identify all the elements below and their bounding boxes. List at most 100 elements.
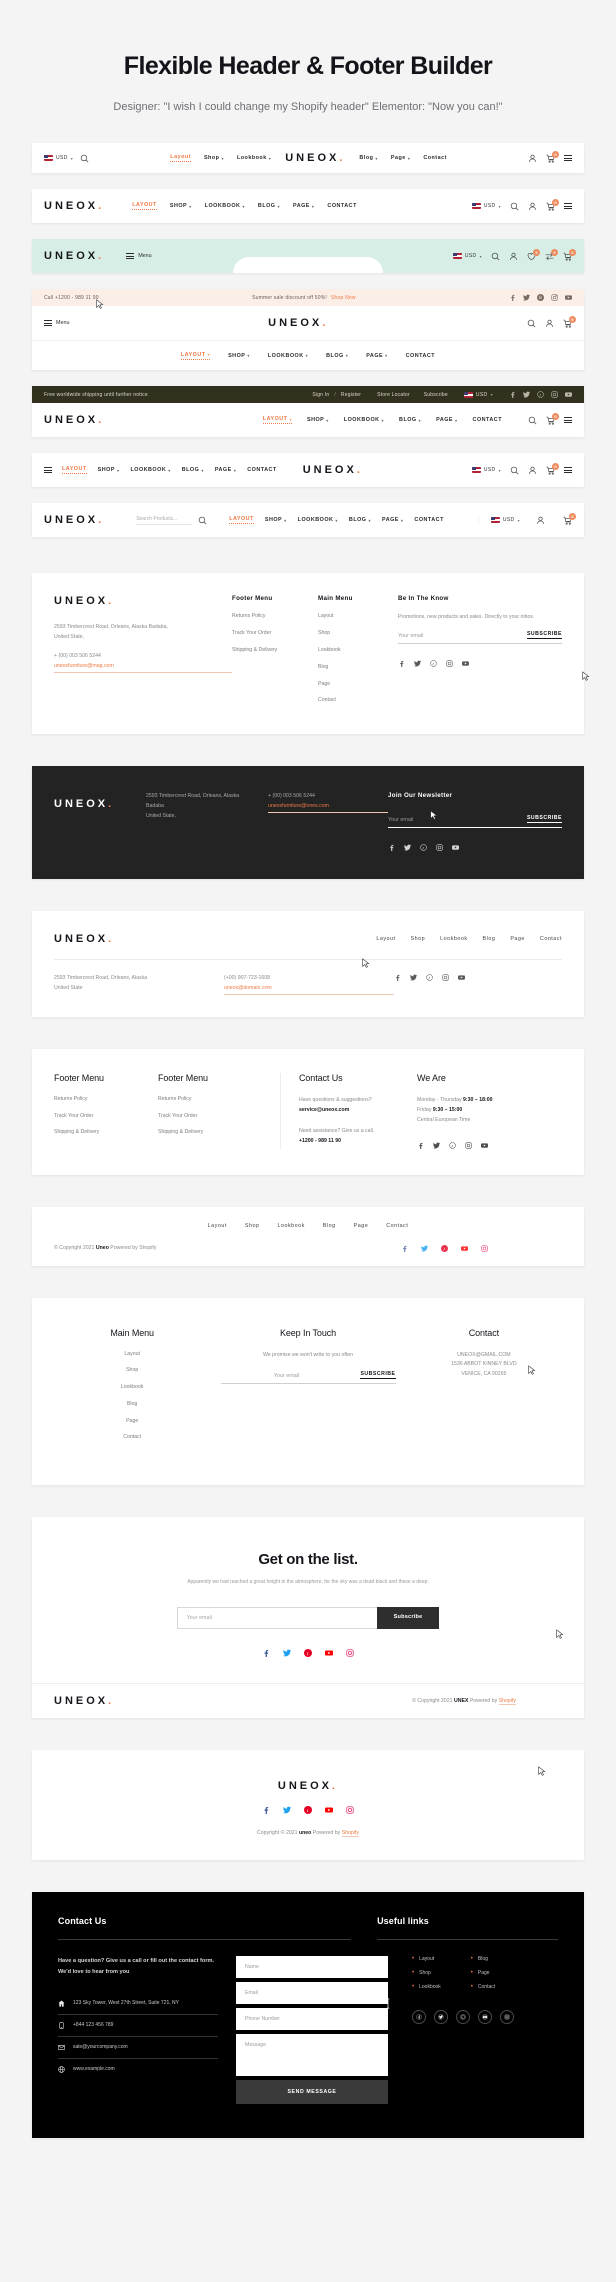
nav-blog[interactable]: BLOG ▾ [182,467,204,473]
compare-icon[interactable]: 0 [545,248,558,261]
brand-logo[interactable]: UNEOX. [303,464,363,476]
pinterest-icon[interactable] [430,660,437,667]
youtube-icon[interactable] [565,391,572,398]
cart-icon[interactable]: 0 [546,412,559,425]
menu-button[interactable]: Menu [126,253,152,260]
brand-logo[interactable]: UNEOX. [268,317,328,329]
user-icon[interactable] [509,252,518,261]
subscribe-button[interactable]: SUBSCRIBE [360,1371,396,1380]
twitter-icon[interactable] [404,844,411,851]
pinterest-icon[interactable] [304,1806,312,1815]
nav-page[interactable]: PAGE ▾ [366,353,387,359]
nav-page[interactable]: PAGE ▾ [382,517,403,523]
nav-shop[interactable]: SHOP ▾ [98,467,120,473]
list-item[interactable]: Lookbook [121,1384,144,1392]
contact-website[interactable]: www.example.com [73,2066,115,2072]
facebook-icon[interactable] [388,844,395,852]
instagram-icon[interactable] [446,660,453,667]
instagram-button[interactable] [500,2010,514,2025]
list-item[interactable]: Page [471,1970,495,1976]
user-icon[interactable] [528,466,537,475]
list-item[interactable]: Blog [127,1401,137,1409]
store-locator-link[interactable]: Store Locator [377,392,410,398]
nav-blog[interactable]: Blog [323,1223,336,1229]
list-item[interactable]: Blog [471,1956,495,1962]
twitter-icon[interactable] [523,294,531,301]
cart-icon[interactable]: 0 [563,248,576,261]
nav-contact[interactable]: CONTACT [406,353,435,359]
search-icon[interactable] [510,466,519,475]
nav-layout[interactable]: LAYOUT [229,516,254,525]
nav-layout[interactable]: LAYOUT ▾ [262,416,292,425]
nav-blog[interactable]: BLOG ▾ [399,417,421,423]
nav-blog[interactable]: Blog [483,936,496,942]
pinterest-icon[interactable] [449,1141,456,1149]
brand-logo[interactable]: UNEOX. [278,1780,338,1792]
brand-logo[interactable]: UNEOX. [44,414,104,426]
wishlist-icon[interactable]: 0 [527,248,540,261]
nav-shop[interactable]: Shop ▾ [204,155,224,161]
list-item[interactable]: Shop [318,630,398,638]
nav-shop[interactable]: SHOP ▾ [307,417,329,423]
contact-email[interactable]: sale@yourcompany.com [73,2044,128,2050]
cart-icon[interactable]: 0 [546,150,559,163]
pinterest-icon[interactable] [537,391,544,399]
nav-shop[interactable]: SHOP ▾ [228,353,250,359]
list-item[interactable]: Track Your Order [54,1113,158,1121]
nav-contact[interactable]: Contact [423,155,447,161]
search-icon[interactable] [528,416,537,425]
list-item[interactable]: Contact [123,1434,141,1442]
list-item[interactable]: Shipping & Delivery [232,647,318,655]
phone-field[interactable]: Phone Number [236,2008,388,2031]
facebook-icon[interactable] [394,974,401,982]
youtube-icon[interactable] [458,974,465,981]
list-item[interactable]: Returns Policy [232,613,318,621]
nav-blog[interactable]: BLOG ▾ [326,353,348,359]
list-item[interactable]: Page [318,681,398,689]
user-icon[interactable] [536,516,545,525]
register-link[interactable]: Register [341,392,361,398]
pinterest-icon[interactable] [426,974,433,981]
email-field[interactable]: Email [236,1982,388,2005]
facebook-icon[interactable] [509,391,516,399]
currency-selector[interactable]: USD ▾ [471,203,501,210]
twitter-icon[interactable] [523,391,530,398]
nav-shop[interactable]: SHOP ▾ [265,517,287,523]
list-item[interactable]: Layout [124,1351,140,1359]
list-item[interactable]: Shipping & Delivery [54,1129,158,1137]
footer-email[interactable]: uneox@domain.com [224,984,394,995]
pinterest-icon[interactable] [420,844,427,851]
twitter-icon[interactable] [421,1245,428,1252]
nav-contact[interactable]: CONTACT [414,517,443,523]
brand-logo[interactable]: UNEOX. [44,250,104,262]
hamburger-icon[interactable] [564,155,572,162]
search-icon[interactable] [527,319,536,328]
instagram-icon[interactable] [465,1141,472,1149]
facebook-icon[interactable] [262,1806,270,1815]
youtube-icon[interactable] [325,1806,333,1814]
contact-email[interactable]: UNEOX@GMAIL.COM [457,1351,510,1361]
nav-page[interactable]: Page ▾ [391,155,410,161]
youtube-icon[interactable] [462,660,469,667]
list-item[interactable]: Returns Policy [54,1096,158,1104]
nav-lookbook[interactable]: LOOKBOOK ▾ [130,467,170,473]
list-item[interactable]: Blog [318,664,398,672]
list-item[interactable]: Layout [318,613,398,621]
pinterest-icon[interactable] [441,1244,448,1252]
instagram-icon[interactable] [436,844,443,851]
search-icon[interactable] [510,202,519,211]
nav-page[interactable]: Page [510,936,525,942]
list-item[interactable]: Shop [412,1970,441,1976]
cart-icon[interactable]: 0 [563,315,576,328]
nav-page[interactable]: PAGE ▾ [293,203,314,209]
list-item[interactable]: Track Your Order [232,630,318,638]
facebook-icon[interactable] [401,1245,408,1252]
hamburger-icon[interactable] [564,417,572,424]
youtube-button[interactable] [478,2010,492,2025]
search-box[interactable]: Search Products... [136,516,207,525]
pinterest-icon[interactable] [304,1649,312,1658]
youtube-icon[interactable] [565,294,573,301]
list-item[interactable]: Contact [471,1984,495,1990]
list-item[interactable]: Contact [318,697,398,705]
list-item[interactable]: Lookbook [318,647,398,655]
